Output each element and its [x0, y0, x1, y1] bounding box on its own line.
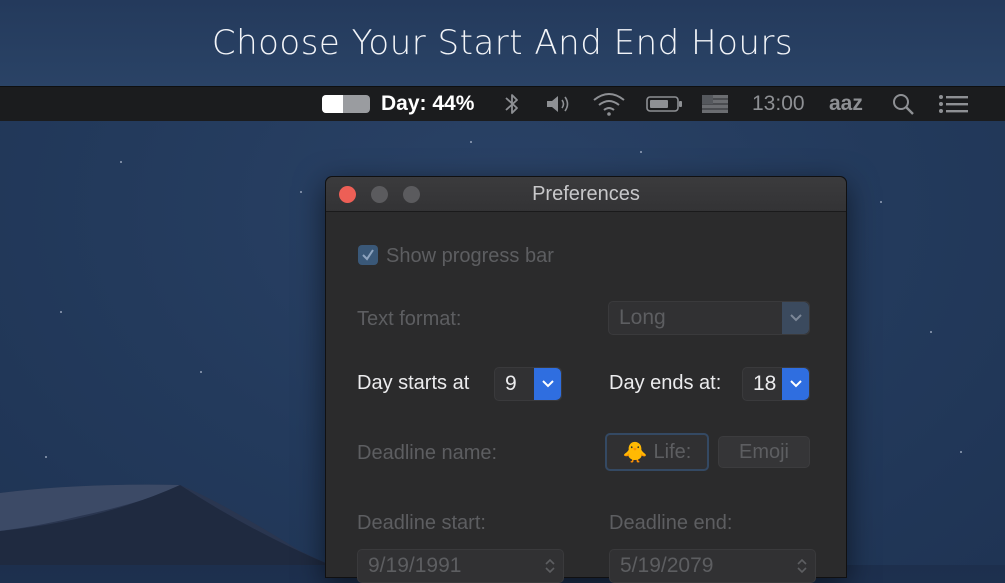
- menu-bar: Day: 44% 13:00 aaz: [0, 86, 1005, 122]
- deadline-name-field[interactable]: 🐥 Life:: [605, 433, 709, 471]
- day-starts-select[interactable]: 9: [494, 367, 562, 401]
- day-ends-value: 18: [753, 372, 777, 395]
- deadline-start-label: Deadline start:: [357, 512, 486, 534]
- spotlight-search-icon[interactable]: [891, 87, 915, 121]
- bluetooth-icon[interactable]: [503, 87, 521, 121]
- user-menu[interactable]: aaz: [829, 87, 863, 121]
- deadline-name-value: Life:: [653, 440, 692, 463]
- text-format-label: Text format:: [357, 308, 462, 330]
- progress-fill: [322, 95, 344, 113]
- progress-toggle[interactable]: [322, 87, 370, 121]
- day-ends-label: Day ends at:: [609, 372, 722, 394]
- user-name: aaz: [829, 92, 863, 115]
- clock-text: 13:00: [752, 92, 805, 115]
- battery-icon[interactable]: [646, 87, 684, 121]
- window-titlebar[interactable]: Preferences: [326, 177, 846, 212]
- progress-pill: [322, 95, 370, 113]
- chevron-down-icon: [782, 302, 809, 334]
- day-ends-select[interactable]: 18: [742, 367, 810, 401]
- checkmark-icon: [362, 249, 374, 261]
- volume-icon[interactable]: [544, 87, 574, 121]
- preferences-window: Preferences Show progress bar Text forma…: [325, 176, 847, 583]
- deadline-end-date-picker[interactable]: 5/19/2079: [609, 549, 816, 583]
- wifi-icon[interactable]: [592, 87, 626, 121]
- day-status[interactable]: Day: 44%: [381, 87, 474, 121]
- deadline-end-value: 5/19/2079: [620, 554, 714, 577]
- day-percentage: Day: 44%: [381, 92, 475, 115]
- deadline-end-label: Deadline end:: [609, 512, 733, 534]
- text-format-value: Long: [619, 306, 666, 329]
- stepper-icon[interactable]: [788, 550, 815, 582]
- chevron-down-icon: [534, 368, 561, 400]
- day-starts-label: Day starts at: [357, 372, 470, 394]
- stepper-icon[interactable]: [536, 550, 563, 582]
- chick-emoji-icon: 🐥: [622, 441, 648, 464]
- deadline-name-label: Deadline name:: [357, 442, 498, 464]
- deadline-start-value: 9/19/1991: [368, 554, 462, 577]
- day-starts-value: 9: [505, 372, 517, 395]
- banner: Choose Your Start And End Hours: [0, 0, 1005, 86]
- notification-center-icon[interactable]: [938, 87, 970, 121]
- banner-title: Choose Your Start And End Hours: [211, 23, 794, 63]
- clock[interactable]: 13:00: [752, 87, 805, 121]
- deadline-start-date-picker[interactable]: 9/19/1991: [357, 549, 564, 583]
- chevron-down-icon: [782, 368, 809, 400]
- window-title: Preferences: [532, 183, 640, 205]
- emoji-button[interactable]: Emoji: [718, 436, 810, 468]
- show-progress-bar-checkbox[interactable]: [358, 245, 378, 265]
- flag-icon[interactable]: [702, 87, 728, 121]
- text-format-select[interactable]: Long: [608, 301, 810, 335]
- show-progress-bar-label: Show progress bar: [386, 245, 554, 267]
